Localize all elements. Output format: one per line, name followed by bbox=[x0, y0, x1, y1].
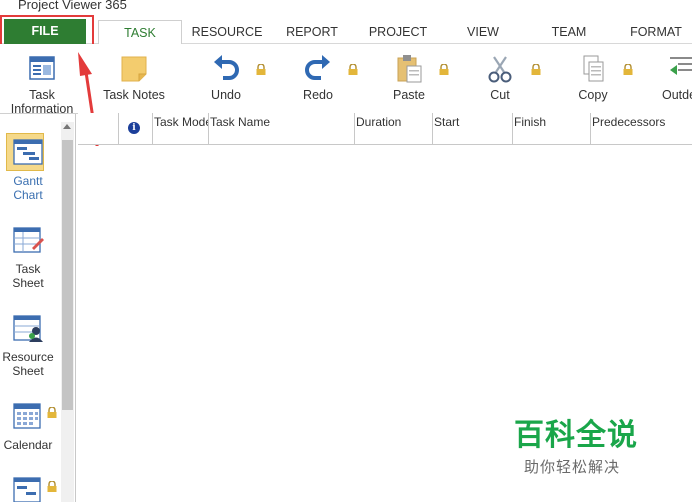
cut-icon bbox=[485, 54, 515, 84]
column-start[interactable]: Start bbox=[432, 113, 512, 145]
view-resource-sheet[interactable]: Resource Sheet bbox=[0, 314, 56, 378]
outdent-button[interactable]: Outde bbox=[656, 54, 692, 102]
watermark-sub-text: 助你轻松解决 bbox=[524, 458, 621, 476]
copy-icon bbox=[578, 54, 608, 84]
network-diagram-icon bbox=[12, 476, 44, 502]
tab-report[interactable]: REPORT bbox=[276, 20, 348, 44]
task-grid-header: i Task Mode Task Name Duration Start Fin… bbox=[78, 113, 692, 145]
outdent-icon bbox=[668, 54, 692, 84]
tab-team[interactable]: TEAM bbox=[538, 20, 600, 44]
task-sheet-icon bbox=[12, 226, 44, 256]
calendar-icon bbox=[12, 402, 44, 432]
indicators-column-header[interactable]: i bbox=[118, 113, 152, 145]
watermark-main-text: 百科全说 bbox=[514, 418, 638, 453]
tab-resource[interactable]: RESOURCE bbox=[186, 20, 268, 44]
paste-icon bbox=[394, 54, 424, 84]
lock-icon bbox=[348, 64, 358, 75]
resource-sheet-icon bbox=[12, 314, 44, 344]
task-information-button[interactable]: Task Information bbox=[4, 54, 80, 116]
gantt-chart-icon bbox=[12, 138, 44, 168]
row-selector-header[interactable] bbox=[78, 113, 118, 145]
task-information-label: Task Information bbox=[10, 88, 74, 116]
column-duration[interactable]: Duration bbox=[354, 113, 432, 145]
undo-button[interactable]: Undo bbox=[200, 54, 252, 102]
lock-icon bbox=[47, 407, 57, 418]
scroll-up-arrow-icon[interactable] bbox=[63, 124, 71, 129]
task-sheet-label: Task Sheet bbox=[12, 262, 44, 290]
view-gantt-chart[interactable]: Gantt Chart bbox=[0, 138, 56, 202]
info-icon: i bbox=[128, 122, 140, 134]
tab-task[interactable]: TASK bbox=[98, 20, 182, 45]
tab-format[interactable]: FORMAT bbox=[622, 20, 690, 44]
ribbon-tabs: FILE TASK RESOURCE REPORT PROJECT VIEW T… bbox=[0, 19, 692, 45]
lock-icon bbox=[531, 64, 541, 75]
lock-icon bbox=[47, 481, 57, 492]
tab-project[interactable]: PROJECT bbox=[362, 20, 434, 44]
cut-button[interactable]: Cut bbox=[478, 54, 522, 102]
paste-button[interactable]: Paste bbox=[384, 54, 434, 102]
column-finish[interactable]: Finish bbox=[512, 113, 590, 145]
redo-button[interactable]: Redo bbox=[292, 54, 344, 102]
task-notes-icon bbox=[119, 54, 149, 84]
app-title: Project Viewer 365 bbox=[18, 0, 127, 12]
title-bar: Project Viewer 365 bbox=[0, 0, 692, 20]
task-notes-button[interactable]: Task Notes bbox=[100, 54, 168, 102]
redo-icon bbox=[303, 54, 333, 84]
lock-icon bbox=[623, 64, 633, 75]
column-task-mode[interactable]: Task Mode bbox=[152, 113, 208, 145]
task-information-icon bbox=[27, 54, 57, 84]
lock-icon bbox=[256, 64, 266, 75]
view-task-sheet[interactable]: Task Sheet bbox=[0, 226, 56, 290]
undo-icon bbox=[211, 54, 241, 84]
sidebar-scroll-thumb[interactable] bbox=[62, 140, 73, 410]
copy-button[interactable]: Copy bbox=[570, 54, 616, 102]
column-task-name[interactable]: Task Name bbox=[208, 113, 354, 145]
tab-view[interactable]: VIEW bbox=[452, 20, 514, 44]
resource-sheet-label: Resource Sheet bbox=[2, 350, 54, 378]
watermark: 百科全说 助你轻松解决 bbox=[514, 410, 654, 477]
lock-icon bbox=[439, 64, 449, 75]
column-predecessors[interactable]: Predecessors bbox=[590, 113, 692, 145]
gantt-chart-label: Gantt Chart bbox=[13, 174, 43, 202]
